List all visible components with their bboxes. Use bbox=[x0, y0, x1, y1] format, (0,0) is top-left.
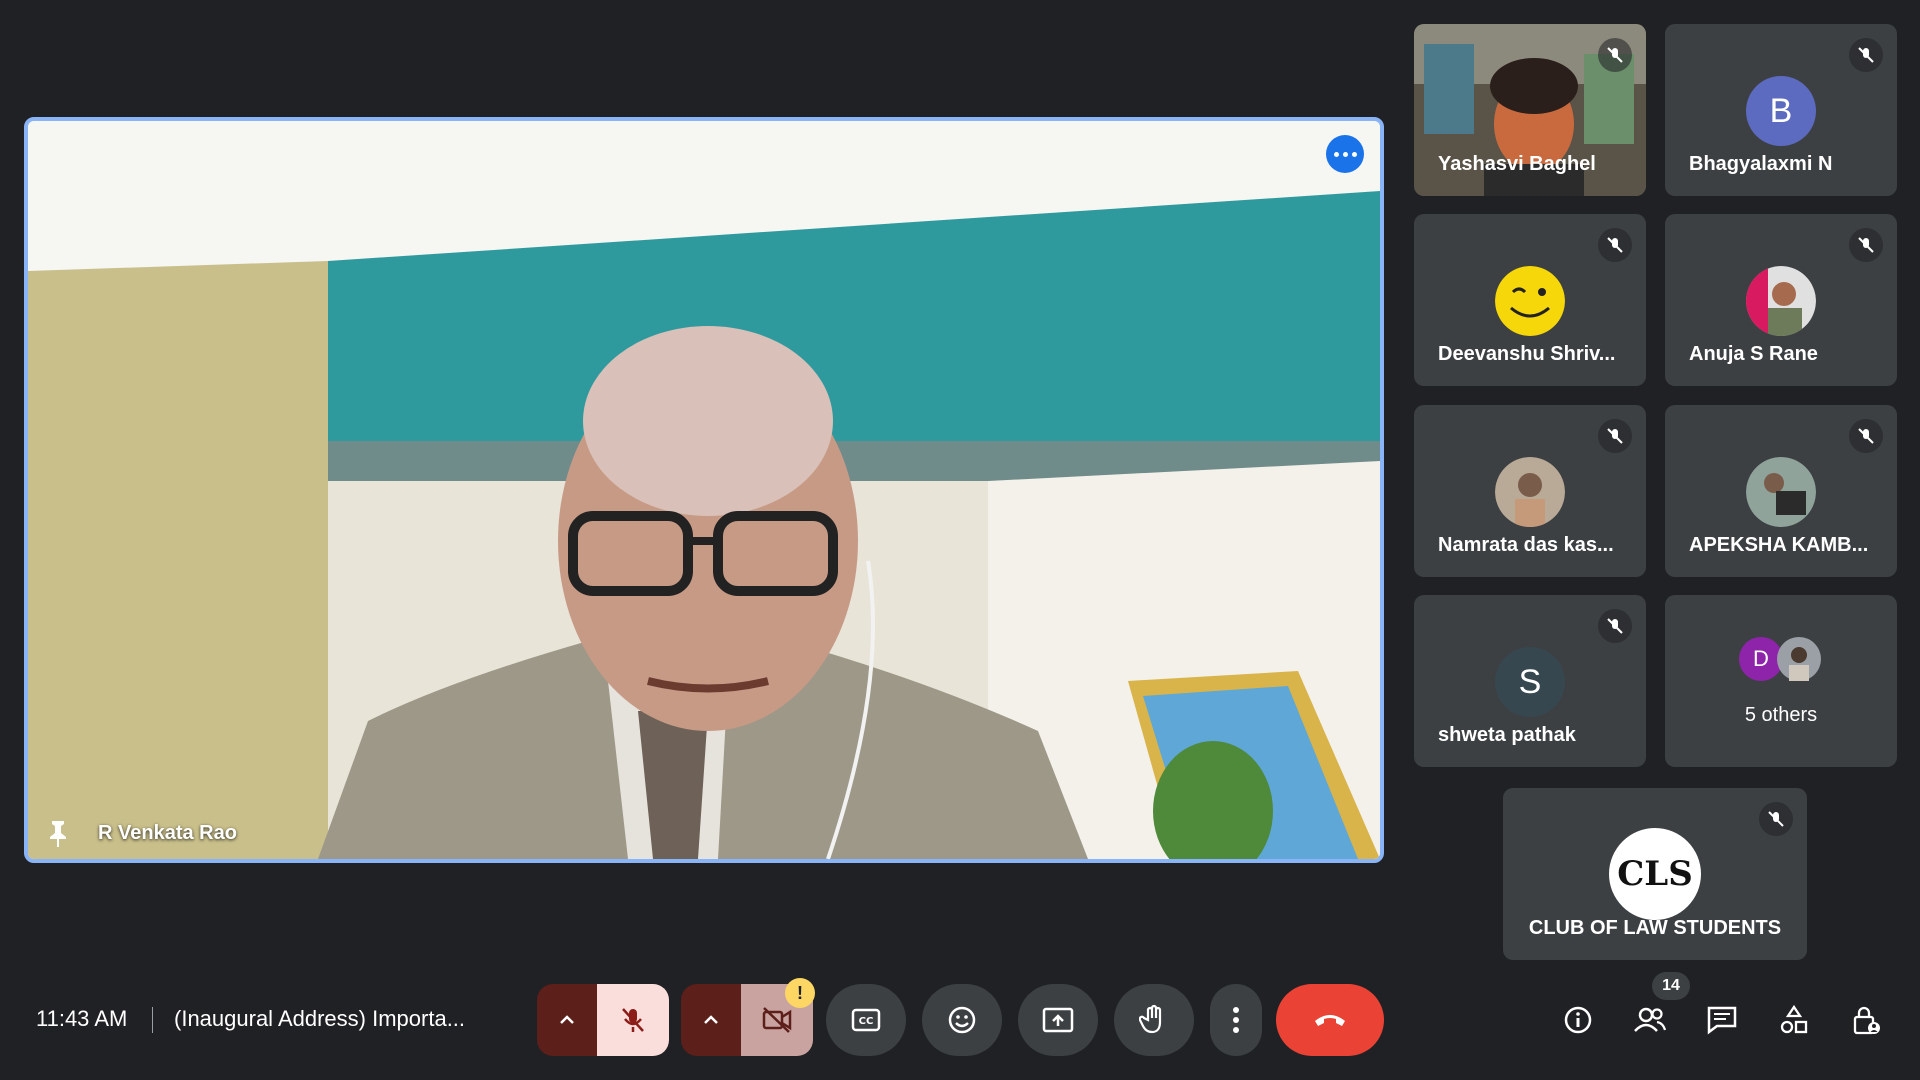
others-count: 5 others bbox=[1744, 704, 1818, 726]
more-options-icon[interactable] bbox=[1326, 135, 1364, 173]
club-logo: CLS bbox=[1609, 828, 1701, 920]
people-icon[interactable] bbox=[1630, 1000, 1670, 1040]
raise-hand-button[interactable] bbox=[1114, 984, 1194, 1056]
mic-off-icon bbox=[1849, 228, 1883, 262]
svg-text:CC: CC bbox=[859, 1016, 874, 1027]
mic-off-icon bbox=[1759, 802, 1793, 836]
end-call-button[interactable] bbox=[1276, 984, 1384, 1056]
avatar: B bbox=[1746, 76, 1816, 146]
participant-tile[interactable]: APEKSHA KAMB... bbox=[1665, 405, 1897, 577]
participant-tile[interactable]: Deevanshu Shriv... bbox=[1414, 214, 1646, 386]
pin-icon[interactable] bbox=[42, 817, 74, 849]
reactions-button[interactable] bbox=[922, 984, 1002, 1056]
others-tile[interactable]: D 5 others bbox=[1665, 595, 1897, 767]
emoji-icon bbox=[948, 1006, 976, 1034]
clock: 11:43 AM bbox=[36, 1006, 128, 1031]
warning-icon[interactable]: ! bbox=[785, 978, 815, 1008]
main-speaker-tile[interactable]: R Venkata Rao bbox=[24, 117, 1384, 863]
speaker-name: R Venkata Rao bbox=[98, 822, 237, 844]
mic-off-icon bbox=[1849, 38, 1883, 72]
participant-name: APEKSHA KAMB... bbox=[1689, 534, 1869, 556]
activities-icon[interactable] bbox=[1774, 1000, 1814, 1040]
avatar bbox=[1777, 637, 1821, 681]
more-vert-icon bbox=[1233, 1007, 1239, 1033]
participant-name: Yashasvi Baghel bbox=[1438, 153, 1596, 175]
participant-name: Deevanshu Shriv... bbox=[1438, 343, 1616, 365]
present-screen-icon bbox=[1042, 1007, 1074, 1033]
participant-name: Namrata das kas... bbox=[1438, 534, 1614, 556]
participant-name: CLUB OF LAW STUDENTS bbox=[1528, 917, 1782, 939]
captions-button[interactable]: CC bbox=[826, 984, 906, 1056]
mic-off-icon bbox=[1598, 38, 1632, 72]
mic-off-icon bbox=[1598, 419, 1632, 453]
avatar bbox=[1746, 457, 1816, 527]
chevron-up-icon[interactable] bbox=[681, 984, 741, 1056]
chat-icon[interactable] bbox=[1702, 1000, 1742, 1040]
mic-off-icon bbox=[1598, 609, 1632, 643]
participant-tile[interactable]: Namrata das kas... bbox=[1414, 405, 1646, 577]
chevron-up-icon[interactable] bbox=[537, 984, 597, 1056]
speaker-video bbox=[28, 121, 1380, 859]
avatar: S bbox=[1495, 647, 1565, 717]
meeting-title: (Inaugural Address) Importa... bbox=[174, 1006, 466, 1031]
mic-control-group bbox=[537, 984, 669, 1056]
present-screen-button[interactable] bbox=[1018, 984, 1098, 1056]
participant-name: shweta pathak bbox=[1438, 724, 1576, 746]
club-tile[interactable]: CLS CLUB OF LAW STUDENTS bbox=[1503, 788, 1807, 960]
participant-name: Bhagyalaxmi N bbox=[1689, 153, 1833, 175]
participant-tile[interactable]: B Bhagyalaxmi N bbox=[1665, 24, 1897, 196]
mic-off-icon bbox=[1598, 228, 1632, 262]
bottom-toolbar: 11:43 AM (Inaugural Address) Importa... bbox=[0, 970, 1920, 1070]
participant-tile[interactable]: Yashasvi Baghel bbox=[1414, 24, 1646, 196]
participant-tile[interactable]: Anuja S Rane bbox=[1665, 214, 1897, 386]
end-call-icon bbox=[1315, 1015, 1345, 1026]
mic-off-icon bbox=[1849, 419, 1883, 453]
captions-icon: CC bbox=[851, 1008, 881, 1032]
hand-icon bbox=[1139, 1004, 1162, 1034]
participant-count-badge: 14 bbox=[1652, 972, 1690, 1000]
divider bbox=[152, 1007, 153, 1033]
camera-off-icon bbox=[762, 1007, 792, 1033]
avatar bbox=[1495, 457, 1565, 527]
participant-tile[interactable]: S shweta pathak bbox=[1414, 595, 1646, 767]
wink-emoji-icon bbox=[1495, 266, 1565, 336]
mic-toggle-button[interactable] bbox=[597, 984, 669, 1056]
avatar bbox=[1746, 266, 1816, 336]
more-options-button[interactable] bbox=[1210, 984, 1262, 1056]
meeting-info-icon[interactable] bbox=[1558, 1000, 1598, 1040]
host-controls-icon[interactable] bbox=[1846, 1000, 1886, 1040]
participant-name: Anuja S Rane bbox=[1689, 343, 1818, 365]
mic-off-icon bbox=[622, 1008, 644, 1032]
